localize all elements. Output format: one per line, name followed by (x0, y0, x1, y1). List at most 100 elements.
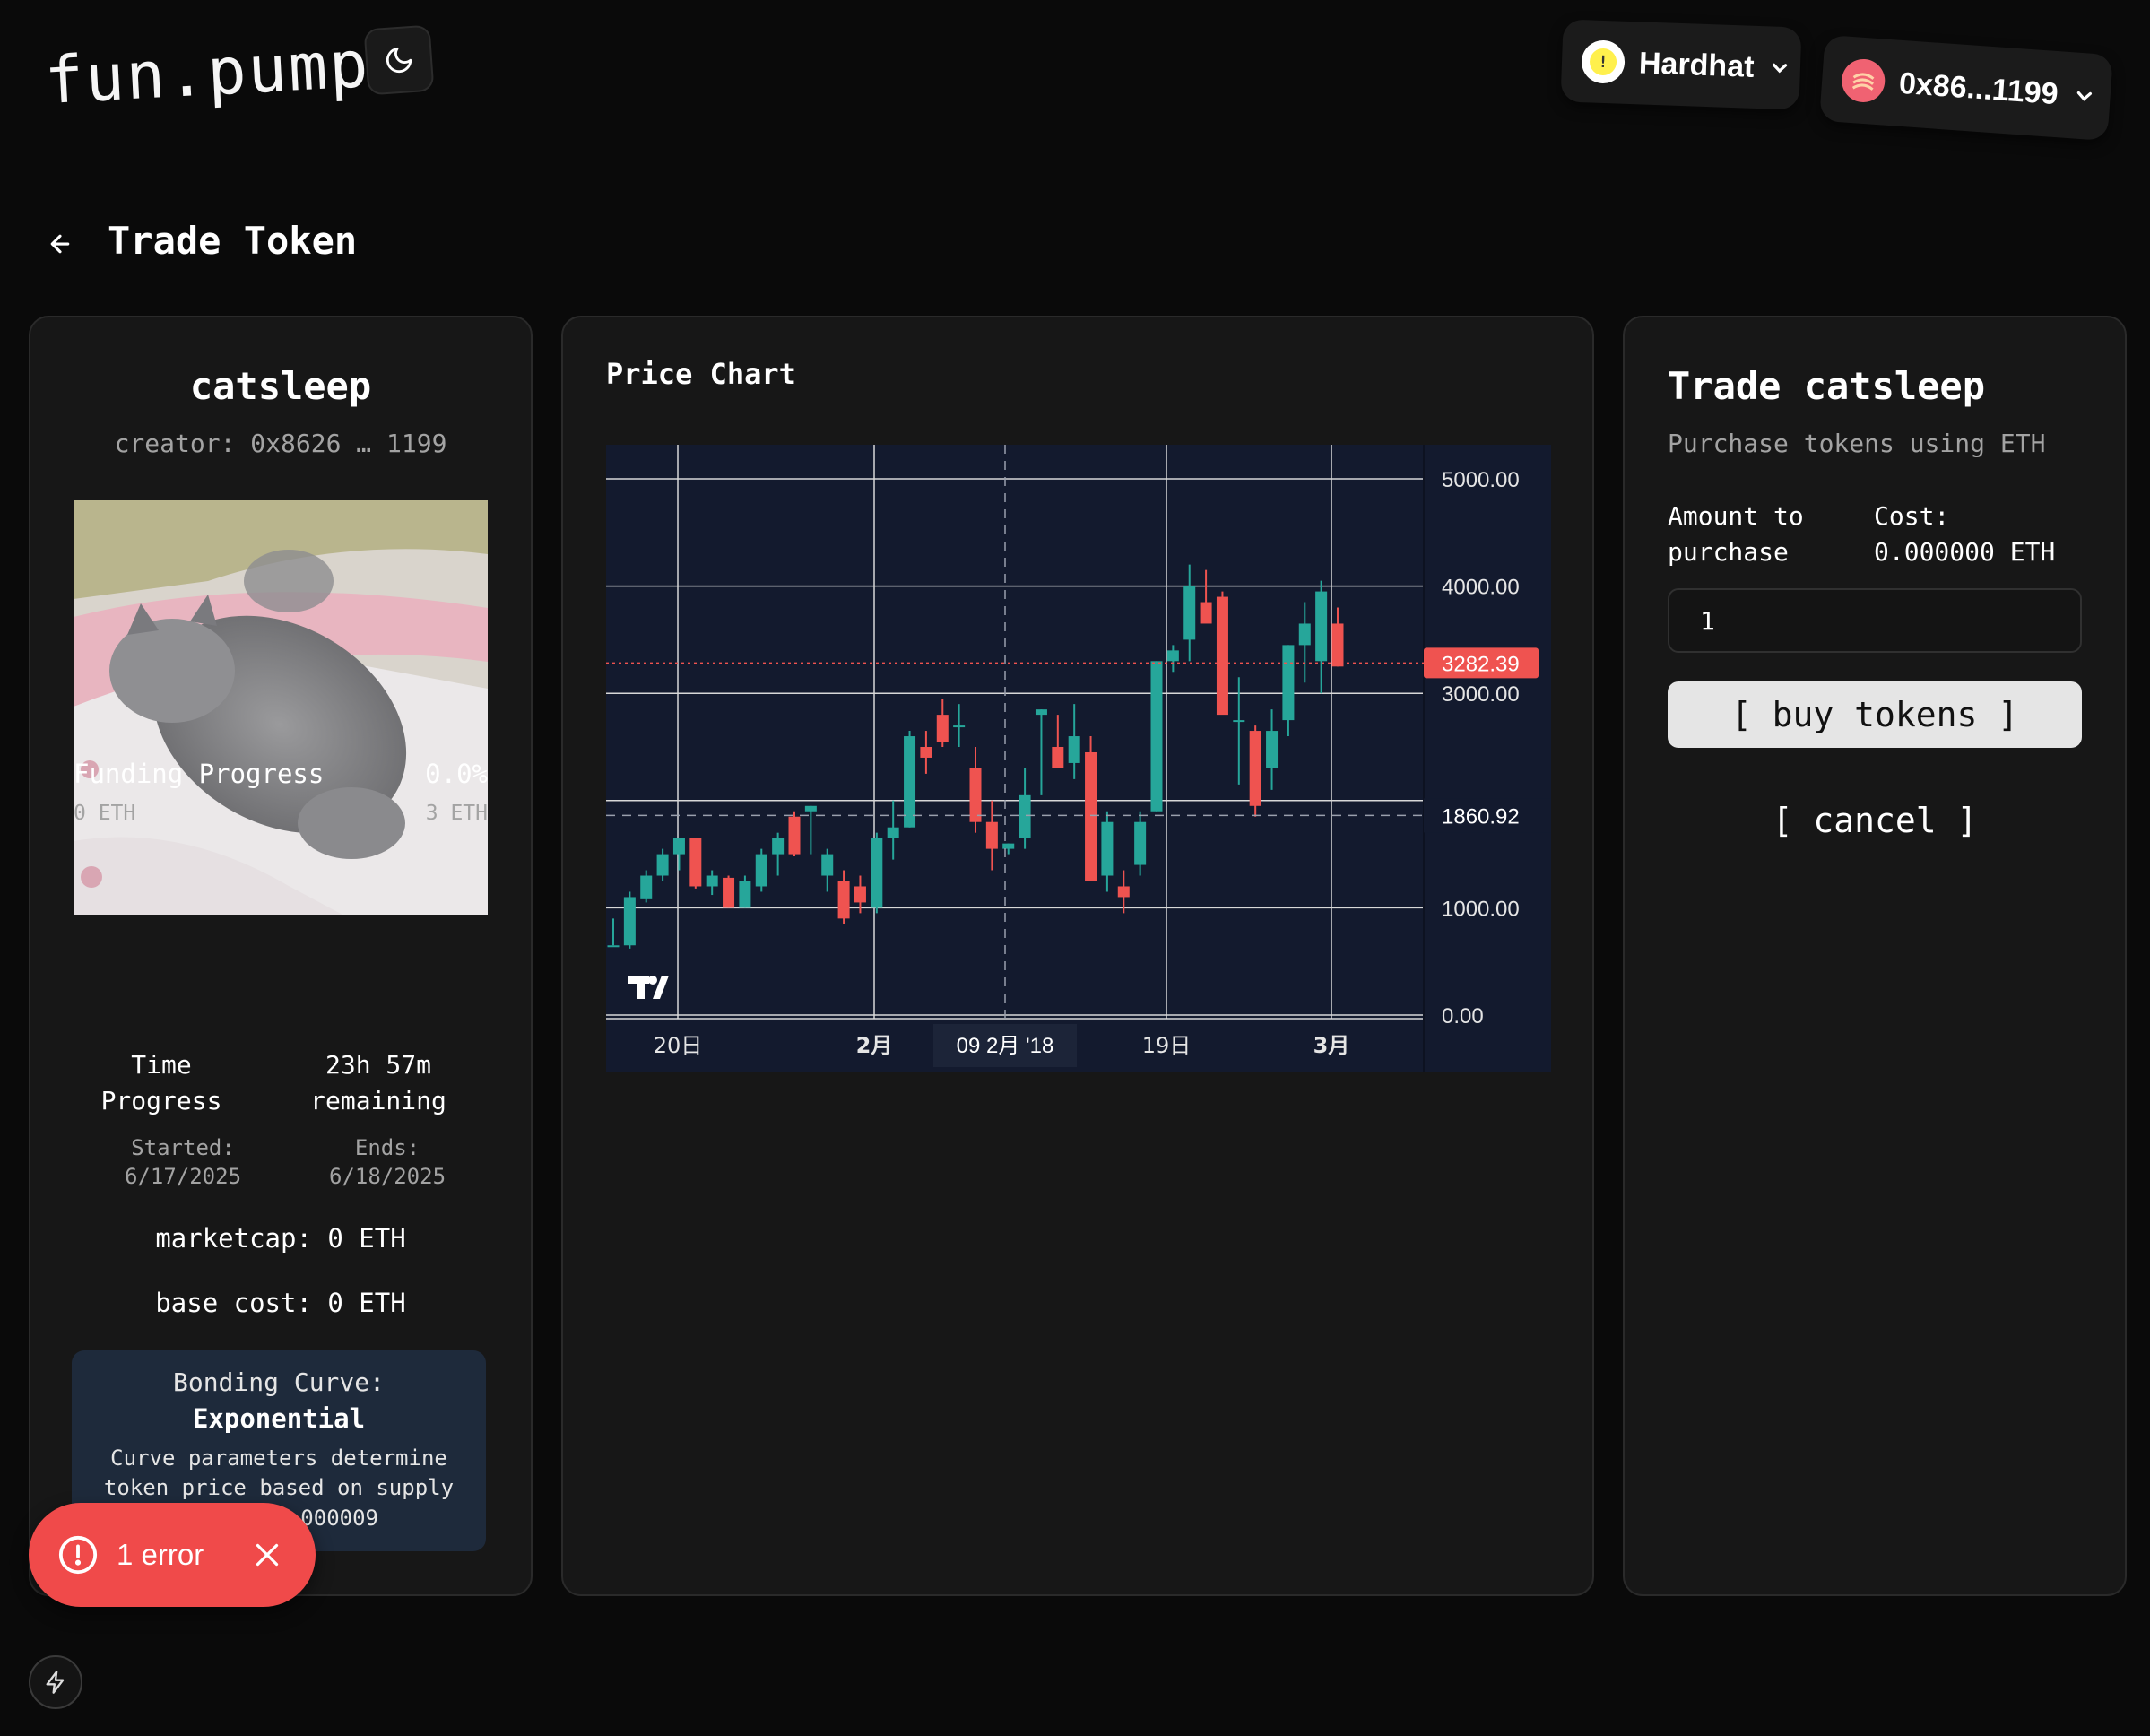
candle-body (1282, 645, 1295, 721)
trade-card: Trade catsleep Purchase tokens using ETH… (1623, 316, 2127, 1596)
candle-body (1166, 650, 1179, 662)
base-cost: base cost: 0 ETH (155, 1288, 406, 1318)
cost-label: Cost: (1874, 501, 1950, 531)
trade-subtitle: Purchase tokens using ETH (1668, 429, 2046, 458)
ends-label: Ends: (354, 1135, 420, 1160)
candle-body (1298, 623, 1311, 646)
candle-body (623, 897, 636, 946)
candle-body (904, 736, 916, 828)
candle-body (837, 881, 850, 919)
chevron-down-icon (1773, 63, 1788, 74)
amount-label-line-2: purchase (1668, 537, 1789, 567)
bonding-curve-title: Bonding Curve: (172, 1367, 385, 1397)
y-tick-label: 1000.00 (1442, 897, 1520, 921)
hardhat-icon: ! (1581, 39, 1626, 84)
account-label: 0x86...1199 (1897, 65, 2059, 111)
candle-body (1068, 736, 1080, 763)
candle-body (755, 854, 767, 887)
candle-body (1035, 709, 1047, 716)
app-logo[interactable]: fun.pump (43, 26, 372, 118)
candle-body (706, 875, 718, 887)
candle-body (772, 838, 785, 855)
candle-body (969, 768, 982, 822)
error-count: 1 error (117, 1538, 204, 1571)
candle-body (1052, 747, 1064, 768)
time-remaining-value: 23h 57m (325, 1050, 431, 1080)
candle-body (1134, 821, 1147, 865)
y-tick-label: 5000.00 (1442, 468, 1520, 492)
x-tick-label: 20日 (654, 1033, 703, 1058)
candle-body (936, 715, 949, 742)
candle-body (1117, 886, 1130, 898)
candle-body (887, 827, 899, 838)
trade-title: Trade catsleep (1668, 364, 1986, 408)
candle-body (1249, 731, 1261, 806)
buy-tokens-button[interactable]: [ buy tokens ] (1668, 681, 2082, 748)
time-label-line-1: Time (131, 1050, 192, 1080)
cancel-button[interactable]: [ cancel ] (1668, 789, 2082, 852)
amount-label: Amount to purchase (1668, 499, 1804, 570)
candle-body (689, 838, 702, 887)
price-chart[interactable]: 0.00 1000.00 3000.00 4000.00 5000.00 3282.39 1… (606, 445, 1551, 1072)
candle-body (1002, 843, 1015, 849)
candle-body (953, 725, 966, 728)
time-label-line-2: Progress (100, 1086, 222, 1115)
price-chart-card: Price Chart 0.00 1000.00 3000.00 4000.00 500… (561, 316, 1594, 1596)
amount-input[interactable] (1668, 588, 2082, 653)
candle-body (985, 821, 998, 849)
lightning-bolt-icon (46, 1671, 65, 1694)
time-remaining-label: remaining (310, 1086, 446, 1115)
network-selector-button[interactable]: ! Hardhat (1560, 19, 1802, 110)
candle-body (871, 838, 883, 908)
candle-body (1101, 821, 1114, 876)
chevron-down-icon (2076, 91, 2092, 101)
candle-body (723, 877, 735, 908)
started-date: 6/17/2025 (124, 1164, 242, 1189)
theme-toggle-button[interactable] (363, 24, 435, 96)
y-tick-label: 4000.00 (1442, 576, 1520, 600)
candle-body (607, 945, 620, 948)
candle-body (739, 881, 751, 908)
crosshair-date-label: 09 2月 '18 (957, 1034, 1054, 1058)
token-info-content: Time Progress 23h 57m remaining Started:… (29, 316, 533, 1596)
moon-icon (386, 47, 412, 74)
network-label: Hardhat (1638, 45, 1756, 84)
time-remaining: 23h 57m remaining (262, 1047, 495, 1119)
candle-body (1200, 602, 1212, 624)
amount-label-line-1: Amount to (1668, 501, 1804, 531)
y-tick-label: 3000.00 (1442, 682, 1520, 707)
marketcap: marketcap: 0 ETH (155, 1223, 406, 1254)
candle-body (656, 854, 669, 876)
close-icon[interactable] (251, 1539, 283, 1571)
arrow-left-icon (50, 234, 70, 254)
candle-body (1019, 794, 1031, 838)
candle-body (1183, 586, 1196, 640)
bonding-curve-description-2: token price based on supply (103, 1475, 455, 1500)
candle-body (1150, 661, 1163, 812)
x-tick-label: 19日 (1142, 1033, 1192, 1058)
back-button[interactable] (47, 226, 74, 265)
candle-body (1216, 596, 1228, 716)
ends-date: 6/18/2025 (328, 1164, 446, 1189)
time-progress-label: Time Progress (54, 1047, 269, 1119)
account-button[interactable]: 0x86...1199 (1819, 34, 2113, 142)
dev-tools-button[interactable] (29, 1655, 82, 1709)
started-label: Started: (131, 1135, 235, 1160)
price-chart-svg[interactable]: 0.00 1000.00 3000.00 4000.00 5000.00 3282.39 1… (606, 445, 1551, 1072)
candle-body (804, 805, 817, 812)
start-date-block: Started: 6/17/2025 (75, 1133, 290, 1191)
account-avatar-icon (1840, 57, 1886, 104)
end-date-block: Ends: 6/18/2025 (280, 1133, 495, 1191)
page-title: Trade Token (108, 219, 358, 263)
crosshair-price-label: 1860.92 (1442, 804, 1520, 829)
candle-body (672, 838, 685, 855)
candle-body (854, 886, 866, 903)
chart-title: Price Chart (606, 357, 796, 391)
candle-body (821, 854, 834, 876)
error-toast[interactable]: 1 error (29, 1503, 316, 1607)
candle-body (788, 816, 801, 855)
candle-body (1266, 731, 1279, 768)
last-price-label: 3282.39 (1442, 652, 1520, 676)
alert-circle-icon (58, 1535, 98, 1575)
candle-body (1085, 751, 1097, 881)
